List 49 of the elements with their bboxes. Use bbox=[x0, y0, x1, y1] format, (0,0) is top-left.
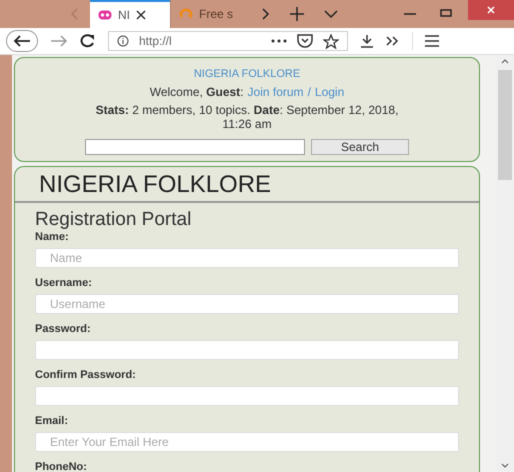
circle-arrow-icon bbox=[179, 8, 193, 20]
welcome-text: Welcome, Guest: bbox=[150, 85, 244, 99]
site-title-link[interactable]: NIGERIA FOLKLORE bbox=[194, 68, 300, 80]
join-forum-link[interactable]: Join forum bbox=[248, 85, 304, 99]
arrow-left-icon bbox=[13, 35, 31, 47]
download-icon[interactable] bbox=[360, 34, 374, 48]
overflow-icon[interactable] bbox=[386, 36, 400, 46]
browser-tab[interactable]: NI bbox=[90, 0, 170, 28]
address-bar[interactable]: http://l bbox=[108, 31, 348, 51]
scroll-up-icon[interactable] bbox=[501, 59, 509, 64]
url-text: http://l bbox=[139, 34, 172, 48]
menu-icon[interactable] bbox=[425, 35, 439, 47]
scroll-down-icon[interactable] bbox=[501, 463, 509, 468]
chevron-down-icon[interactable] bbox=[324, 9, 338, 19]
input-field[interactable] bbox=[35, 340, 459, 360]
field-label: Confirm Password: bbox=[35, 368, 137, 382]
input-field[interactable] bbox=[35, 386, 459, 406]
field-label: Name: bbox=[35, 230, 70, 244]
reload-icon[interactable] bbox=[80, 34, 96, 48]
info-icon[interactable] bbox=[117, 35, 129, 47]
stats-text: Stats: 2 members, 10 topics. Date: September 12, 2018, 11:26 am bbox=[94, 104, 400, 132]
form-heading: Registration Portal bbox=[35, 208, 192, 231]
tab-title: NI bbox=[118, 8, 130, 22]
input-field[interactable]: Name bbox=[35, 248, 459, 268]
scrollbar-thumb[interactable] bbox=[498, 70, 512, 180]
field-label: Password: bbox=[35, 322, 92, 336]
more-icon[interactable] bbox=[271, 39, 287, 43]
login-link[interactable]: Login bbox=[314, 85, 344, 99]
mask-icon bbox=[98, 10, 112, 20]
star-icon[interactable] bbox=[323, 34, 339, 48]
separator-text: / bbox=[308, 85, 311, 99]
close-window-button[interactable] bbox=[468, 0, 514, 20]
page-heading: NIGERIA FOLKLORE bbox=[38, 170, 272, 200]
field-label: Email: bbox=[35, 414, 70, 428]
field-label: Username: bbox=[35, 276, 93, 290]
tab-title: Free s bbox=[199, 7, 234, 21]
field-label: PhoneNo: bbox=[35, 460, 88, 472]
search-button[interactable]: Search bbox=[311, 138, 409, 155]
search-field[interactable] bbox=[85, 138, 305, 155]
input-field[interactable]: Username bbox=[35, 294, 459, 314]
close-tab-icon[interactable] bbox=[136, 10, 146, 20]
input-field[interactable]: Enter Your Email Here bbox=[35, 432, 459, 452]
close-icon bbox=[486, 6, 496, 14]
new-tab-icon[interactable] bbox=[290, 7, 304, 21]
pocket-icon[interactable] bbox=[297, 34, 313, 48]
back-button[interactable] bbox=[6, 30, 38, 52]
maximize-icon[interactable] bbox=[440, 9, 452, 19]
scroll-right-icon[interactable] bbox=[260, 8, 270, 20]
forward-icon[interactable] bbox=[50, 35, 68, 47]
